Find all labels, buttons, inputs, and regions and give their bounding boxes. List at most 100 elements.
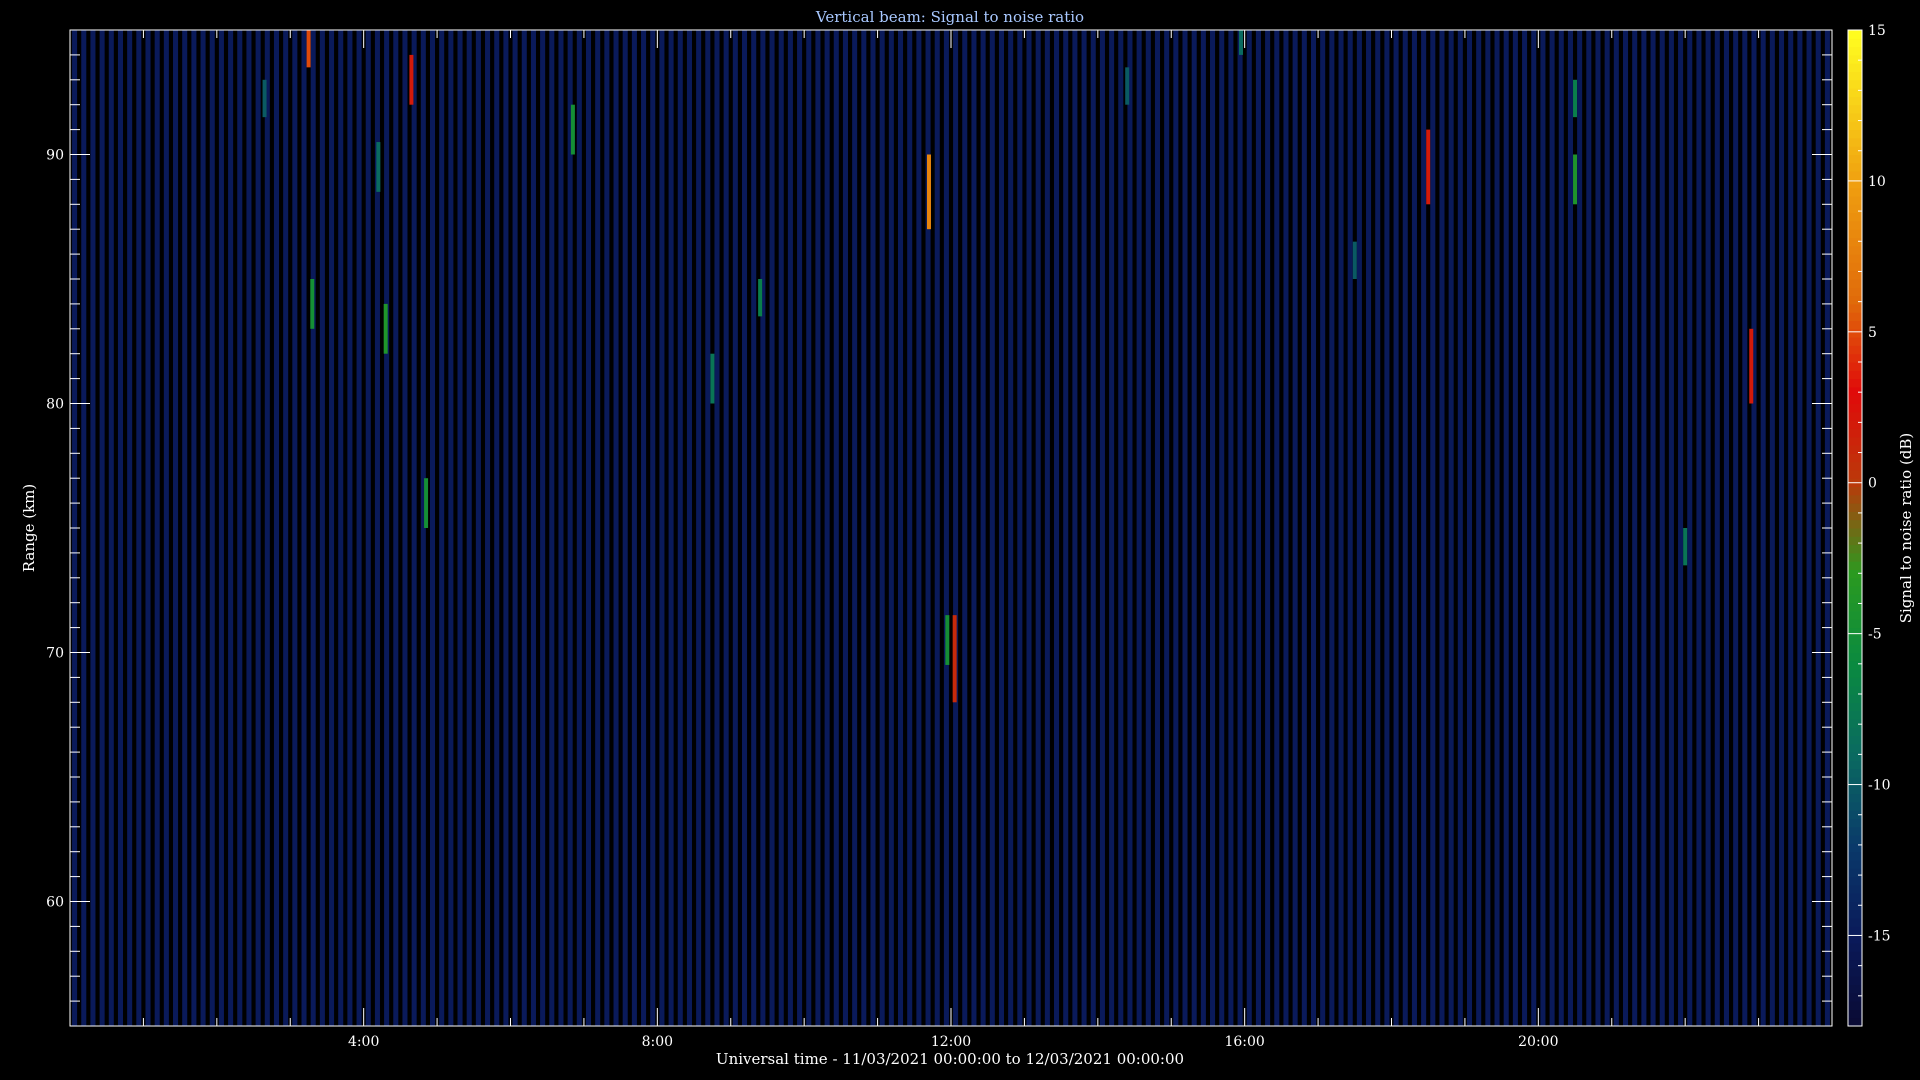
noise-profile xyxy=(310,30,316,1026)
colorbar-segment xyxy=(1848,395,1862,404)
noise-profile xyxy=(540,30,546,1026)
noise-profile xyxy=(1485,30,1491,1026)
noise-profile xyxy=(797,30,803,1026)
noise-profile xyxy=(1329,30,1335,1026)
snr-heatmap-chart: Vertical beam: Signal to noise ratio Uni… xyxy=(20,8,1915,1068)
colorbar-segment xyxy=(1848,38,1862,48)
noise-profile xyxy=(686,30,692,1026)
colorbar-segment xyxy=(1848,544,1862,554)
noise-profile xyxy=(173,30,179,1026)
noise-profile xyxy=(127,30,133,1026)
noise-profile xyxy=(1632,30,1638,1026)
colorbar-tick-label: 5 xyxy=(1868,325,1877,341)
x-tick-label: 12:00 xyxy=(931,1034,971,1050)
noise-profile xyxy=(1044,30,1050,1026)
colorbar-segment xyxy=(1848,826,1862,836)
noise-profile xyxy=(1017,30,1023,1026)
noise-profile xyxy=(1356,30,1362,1026)
noise-profile xyxy=(1054,30,1060,1026)
colorbar-segment xyxy=(1848,187,1862,197)
noise-profile xyxy=(448,30,454,1026)
noise-profile xyxy=(714,30,720,1026)
noise-profile xyxy=(650,30,656,1026)
noise-profile xyxy=(512,30,518,1026)
colorbar-segment xyxy=(1848,403,1862,413)
colorbar-segment xyxy=(1848,884,1862,894)
noise-profile xyxy=(292,30,298,1026)
plot-background xyxy=(70,30,1832,1026)
noise-profile xyxy=(787,30,793,1026)
colorbar-segment xyxy=(1848,312,1862,321)
echo-mark xyxy=(383,303,388,354)
noise-profile xyxy=(1402,30,1408,1026)
colorbar-segment xyxy=(1848,386,1862,396)
noise-profile xyxy=(741,30,748,1026)
noise-profile xyxy=(833,30,839,1026)
noise-profile xyxy=(246,30,252,1026)
noise-profile xyxy=(347,30,353,1026)
noise-profile xyxy=(668,30,674,1026)
echo-mark xyxy=(1683,528,1688,566)
noise-profile xyxy=(136,30,142,1026)
noise-profile xyxy=(1503,30,1509,1026)
noise-profile xyxy=(264,30,270,1026)
colorbar-tick-label: 15 xyxy=(1868,23,1886,39)
colorbar-segment xyxy=(1848,104,1862,114)
colorbar-segment xyxy=(1848,718,1862,728)
noise-profile xyxy=(1366,30,1372,1026)
noise-profile xyxy=(457,30,463,1026)
y-tick-label: 90 xyxy=(46,148,64,164)
noise-profile xyxy=(273,30,280,1026)
colorbar-segment xyxy=(1848,586,1862,595)
noise-profile xyxy=(439,30,445,1026)
noise-profile xyxy=(723,30,729,1026)
noise-profile xyxy=(466,30,472,1026)
noise-profile xyxy=(1008,30,1014,1026)
noise-profile xyxy=(356,30,362,1026)
noise-profile xyxy=(1072,30,1078,1026)
chart-title: Vertical beam: Signal to noise ratio xyxy=(815,8,1084,26)
echo-mark xyxy=(758,279,763,317)
colorbar-segment xyxy=(1848,735,1862,745)
noise-profile xyxy=(1595,30,1601,1026)
colorbar-segment xyxy=(1848,420,1862,429)
colorbar-segment xyxy=(1848,528,1862,537)
echo-mark xyxy=(310,279,315,329)
colorbar-segment xyxy=(1848,876,1862,886)
colorbar-segment xyxy=(1848,959,1862,969)
colorbar-segment xyxy=(1848,79,1862,89)
noise-profile xyxy=(209,30,215,1026)
colorbar-segment xyxy=(1848,627,1862,637)
colorbar-tick-label: -5 xyxy=(1868,627,1882,643)
noise-profile xyxy=(1026,30,1032,1026)
echo-mark xyxy=(1239,30,1243,55)
noise-profile xyxy=(530,30,536,1026)
colorbar-segment xyxy=(1848,552,1862,562)
echo-mark xyxy=(1125,67,1130,105)
colorbar-segment xyxy=(1848,768,1862,778)
colorbar-segment xyxy=(1848,362,1862,371)
noise-profile xyxy=(494,30,500,1026)
colorbar-segment xyxy=(1848,494,1862,504)
echo-mark xyxy=(945,615,950,665)
colorbar-segment xyxy=(1848,245,1862,255)
noise-profile xyxy=(613,30,619,1026)
noise-profile xyxy=(1522,30,1528,1026)
y-tick-label: 80 xyxy=(46,397,64,413)
colorbar-segment xyxy=(1848,752,1862,761)
noise-profile xyxy=(1457,30,1463,1026)
colorbar-segment xyxy=(1848,30,1862,39)
noise-profile xyxy=(1797,30,1803,1026)
noise-profile xyxy=(1769,30,1775,1026)
x-tick-label: 4:00 xyxy=(348,1034,379,1050)
noise-profile xyxy=(503,30,509,1026)
colorbar-segment xyxy=(1848,370,1862,380)
noise-profile xyxy=(824,30,830,1026)
noise-profile xyxy=(567,30,573,1026)
echo-mark xyxy=(1573,154,1578,205)
noise-profile xyxy=(1788,30,1794,1026)
noise-profile xyxy=(1705,30,1711,1026)
noise-profile xyxy=(1678,30,1684,1026)
plot-area xyxy=(70,30,1832,1026)
noise-profile xyxy=(595,30,601,1026)
